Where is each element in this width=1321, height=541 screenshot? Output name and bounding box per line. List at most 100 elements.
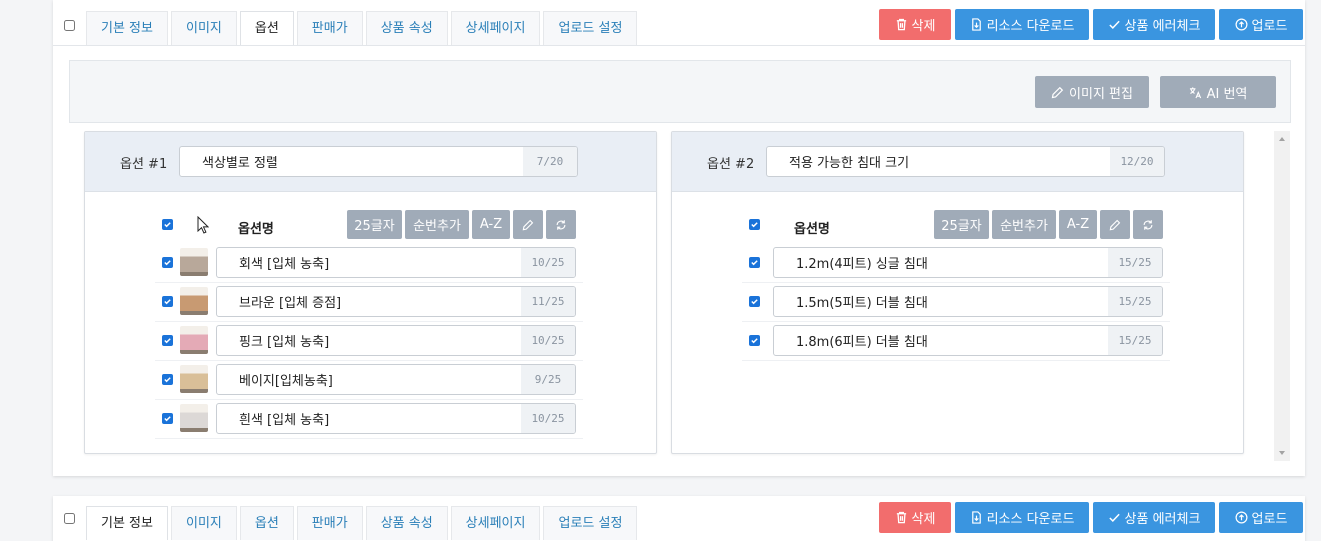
tab-price[interactable]: 판매가 bbox=[296, 11, 363, 45]
resource-download-label: 리소스 다운로드 bbox=[986, 19, 1075, 34]
option-value-thumbnail[interactable] bbox=[180, 248, 208, 276]
chars25-button[interactable]: 25글자 bbox=[934, 210, 989, 239]
option-value-field[interactable]: 15/25 bbox=[773, 286, 1163, 317]
option-value-thumbnail[interactable] bbox=[180, 404, 208, 432]
tab-attributes[interactable]: 상품 속성 bbox=[365, 506, 448, 540]
option-name-field[interactable]: 7/20 bbox=[179, 146, 578, 177]
image-edit-button[interactable]: 이미지 편집 bbox=[1035, 76, 1149, 108]
option-value-checkbox[interactable] bbox=[162, 257, 173, 268]
option-name-field[interactable]: 12/20 bbox=[766, 146, 1165, 177]
option-value-thumbnail[interactable] bbox=[180, 365, 208, 393]
option-value-input[interactable] bbox=[774, 326, 1162, 355]
option-value-input[interactable] bbox=[774, 287, 1162, 316]
upload-button[interactable]: 업로드 bbox=[1219, 502, 1303, 533]
refresh-button[interactable] bbox=[1133, 210, 1163, 239]
option-value-checkbox[interactable] bbox=[749, 335, 760, 346]
upload-button[interactable]: 업로드 bbox=[1219, 9, 1303, 40]
options-toolbar: 이미지 편집 AI 번역 bbox=[69, 60, 1291, 123]
error-check-label: 상품 에러체크 bbox=[1124, 19, 1201, 34]
tab-basic-info[interactable]: 기본 정보 bbox=[86, 506, 168, 540]
tab-upload-settings[interactable]: 업로드 설정 bbox=[543, 11, 638, 45]
product-tabs: 기본 정보 이미지 옵션 판매가 상품 속성 상세페이지 업로드 설정 bbox=[86, 11, 640, 45]
select-all-checkbox[interactable] bbox=[162, 219, 173, 230]
refresh-button[interactable] bbox=[546, 210, 576, 239]
trash-icon bbox=[896, 18, 906, 31]
option-value-field[interactable]: 9/25 bbox=[216, 364, 576, 395]
tab-detail-page[interactable]: 상세페이지 bbox=[450, 506, 541, 540]
char-counter: 15/25 bbox=[1108, 248, 1162, 277]
pencil-icon bbox=[522, 219, 534, 230]
product-actions: 삭제 리소스 다운로드 상품 에러체크 업로드 bbox=[875, 502, 1303, 533]
product-select-checkbox[interactable] bbox=[64, 513, 75, 524]
check-icon bbox=[1108, 20, 1120, 30]
check-icon bbox=[1108, 513, 1120, 523]
select-all-checkbox[interactable] bbox=[749, 219, 760, 230]
chars25-button[interactable]: 25글자 bbox=[347, 210, 402, 239]
tab-upload-settings[interactable]: 업로드 설정 bbox=[543, 506, 638, 540]
row-separator bbox=[742, 282, 1170, 283]
option-value-checkbox[interactable] bbox=[162, 413, 173, 424]
tab-images[interactable]: 이미지 bbox=[170, 506, 237, 540]
upload-icon bbox=[1235, 511, 1248, 524]
char-counter: 11/25 bbox=[521, 287, 575, 316]
char-counter: 15/25 bbox=[1108, 287, 1162, 316]
az-sort-button[interactable]: A-Z bbox=[1059, 210, 1097, 239]
option-value-field[interactable]: 10/25 bbox=[216, 325, 576, 356]
option-panel-header: 옵션 #2 12/20 bbox=[672, 132, 1243, 192]
edit-button[interactable] bbox=[513, 210, 543, 239]
option-value-input[interactable] bbox=[774, 248, 1162, 277]
tab-options[interactable]: 옵션 bbox=[239, 11, 294, 45]
option-name-input[interactable] bbox=[767, 147, 1164, 176]
delete-button[interactable]: 삭제 bbox=[879, 9, 951, 40]
row-separator bbox=[742, 321, 1170, 322]
error-check-button[interactable]: 상품 에러체크 bbox=[1093, 9, 1215, 40]
char-counter: 10/25 bbox=[521, 404, 575, 433]
row-separator bbox=[155, 282, 583, 283]
tab-options[interactable]: 옵션 bbox=[239, 506, 294, 540]
delete-button[interactable]: 삭제 bbox=[879, 502, 951, 533]
file-download-icon bbox=[971, 511, 981, 524]
pencil-icon bbox=[1051, 86, 1064, 98]
resource-download-label: 리소스 다운로드 bbox=[986, 512, 1075, 527]
ai-translate-label: AI 번역 bbox=[1206, 86, 1248, 102]
char-counter: 9/25 bbox=[521, 365, 575, 394]
option-value-field[interactable]: 15/25 bbox=[773, 325, 1163, 356]
option-value-field[interactable]: 11/25 bbox=[216, 286, 576, 317]
option-value-checkbox[interactable] bbox=[162, 374, 173, 385]
upload-icon bbox=[1235, 18, 1248, 31]
error-check-label: 상품 에러체크 bbox=[1124, 512, 1201, 527]
edit-button[interactable] bbox=[1100, 210, 1130, 239]
translate-icon bbox=[1189, 86, 1201, 98]
tab-images[interactable]: 이미지 bbox=[170, 11, 237, 45]
ai-translate-button[interactable]: AI 번역 bbox=[1160, 76, 1276, 108]
option-name-header: 옵션명 bbox=[794, 222, 830, 237]
option-value-thumbnail[interactable] bbox=[180, 287, 208, 315]
product-select-checkbox[interactable] bbox=[64, 20, 75, 31]
scroll-up-arrow-icon[interactable] bbox=[1279, 137, 1285, 141]
tab-basic-info[interactable]: 기본 정보 bbox=[86, 11, 168, 45]
resource-download-button[interactable]: 리소스 다운로드 bbox=[955, 9, 1089, 40]
option-value-checkbox[interactable] bbox=[162, 296, 173, 307]
option-label: 옵션 #1 bbox=[120, 157, 168, 172]
error-check-button[interactable]: 상품 에러체크 bbox=[1093, 502, 1215, 533]
tab-attributes[interactable]: 상품 속성 bbox=[365, 11, 448, 45]
resource-download-button[interactable]: 리소스 다운로드 bbox=[955, 502, 1089, 533]
option-value-field[interactable]: 10/25 bbox=[216, 247, 576, 278]
option-value-field[interactable]: 15/25 bbox=[773, 247, 1163, 278]
seq-add-button[interactable]: 순번추가 bbox=[405, 210, 469, 239]
option-value-checkbox[interactable] bbox=[749, 296, 760, 307]
vertical-scrollbar[interactable] bbox=[1274, 131, 1290, 461]
char-counter: 10/25 bbox=[521, 248, 575, 277]
option-value-field[interactable]: 10/25 bbox=[216, 403, 576, 434]
scroll-down-arrow-icon[interactable] bbox=[1279, 451, 1285, 455]
tab-price[interactable]: 판매가 bbox=[296, 506, 363, 540]
row-separator bbox=[742, 360, 1170, 361]
option-name-input[interactable] bbox=[180, 147, 577, 176]
option-value-thumbnail[interactable] bbox=[180, 326, 208, 354]
tab-detail-page[interactable]: 상세페이지 bbox=[450, 11, 541, 45]
delete-label: 삭제 bbox=[911, 512, 936, 527]
option-value-checkbox[interactable] bbox=[162, 335, 173, 346]
option-value-checkbox[interactable] bbox=[749, 257, 760, 268]
seq-add-button[interactable]: 순번추가 bbox=[992, 210, 1056, 239]
az-sort-button[interactable]: A-Z bbox=[472, 210, 510, 239]
